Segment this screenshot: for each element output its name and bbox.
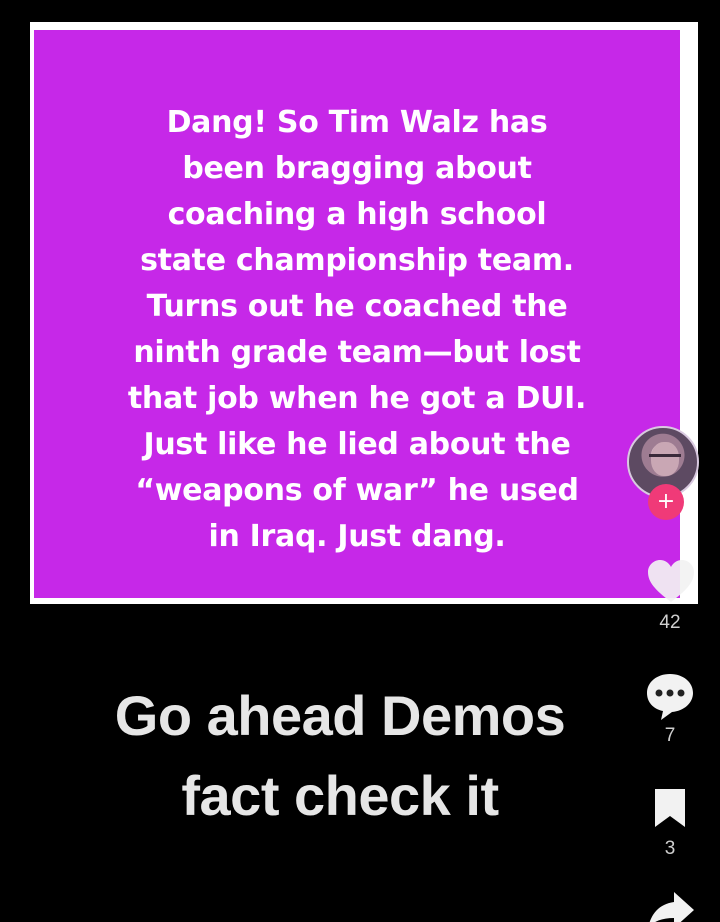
comment-bubble-icon[interactable] [644, 670, 696, 722]
text-post-panel: Dang! So Tim Walz has been bragging abou… [34, 30, 680, 598]
heart-icon[interactable] [645, 556, 697, 608]
bookmark-icon[interactable] [652, 786, 688, 830]
share-arrow-icon[interactable] [646, 890, 696, 922]
like-count: 42 [659, 612, 681, 633]
bookmark-count: 3 [664, 838, 676, 859]
post-text: Dang! So Tim Walz has been bragging abou… [127, 105, 587, 554]
video-caption: Go ahead Demos fact check it [114, 684, 566, 827]
follow-button[interactable]: + [648, 484, 684, 520]
video-screen: Dang! So Tim Walz has been bragging abou… [0, 0, 720, 922]
avatar-glasses [649, 454, 681, 463]
screenshot-card: Dang! So Tim Walz has been bragging abou… [30, 22, 698, 604]
comment-count: 7 [664, 725, 676, 746]
